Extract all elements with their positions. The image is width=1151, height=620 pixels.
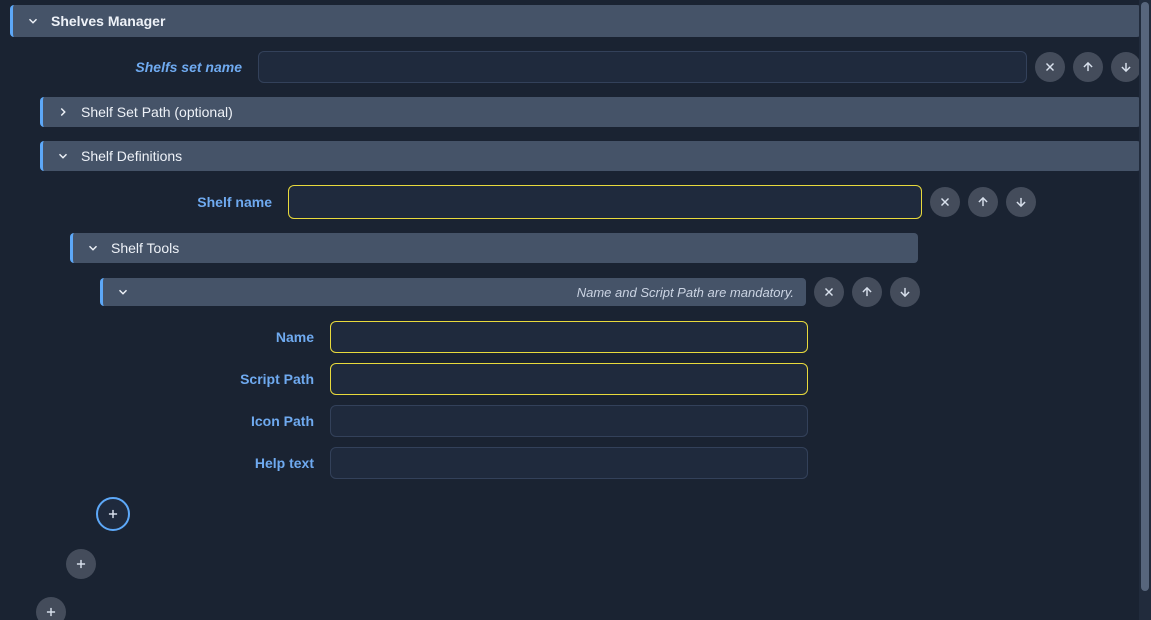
tool-iconpath-label: Icon Path (100, 413, 322, 429)
tool-name-input[interactable] (330, 321, 808, 353)
shelfs-set-name-row: Shelfs set name (10, 51, 1141, 83)
add-tool-button[interactable] (96, 497, 130, 531)
tool-name-label: Name (100, 329, 322, 345)
shelf-name-input[interactable] (288, 185, 922, 219)
header-title: Shelves Manager (51, 13, 165, 29)
chevron-right-icon[interactable] (55, 104, 71, 120)
move-up-button[interactable] (1073, 52, 1103, 82)
shelf-move-down-button[interactable] (1006, 187, 1036, 217)
shelf-set-path-header[interactable]: Shelf Set Path (optional) (40, 97, 1141, 127)
tool-clear-button[interactable] (814, 277, 844, 307)
shelves-manager-header[interactable]: Shelves Manager (10, 5, 1141, 37)
shelf-clear-button[interactable] (930, 187, 960, 217)
tool-iconpath-input[interactable] (330, 405, 808, 437)
tool-helptext-label: Help text (100, 455, 322, 471)
add-set-button[interactable] (36, 597, 66, 620)
add-shelf-button[interactable] (66, 549, 96, 579)
tool-item-header[interactable]: Name and Script Path are mandatory. (100, 278, 806, 306)
shelf-set-path-title: Shelf Set Path (optional) (81, 104, 233, 120)
shelf-definitions-header[interactable]: Shelf Definitions (40, 141, 1141, 171)
shelf-tools-title: Shelf Tools (111, 240, 179, 256)
chevron-down-icon[interactable] (85, 240, 101, 256)
tool-scriptpath-label: Script Path (100, 371, 322, 387)
chevron-down-icon[interactable] (115, 284, 131, 300)
scrollbar-thumb[interactable] (1141, 2, 1149, 591)
tool-scriptpath-input[interactable] (330, 363, 808, 395)
shelfs-set-name-input[interactable] (258, 51, 1027, 83)
move-down-button[interactable] (1111, 52, 1141, 82)
shelf-move-up-button[interactable] (968, 187, 998, 217)
chevron-down-icon[interactable] (25, 13, 41, 29)
shelf-name-label: Shelf name (40, 194, 280, 210)
clear-button[interactable] (1035, 52, 1065, 82)
shelfs-set-name-label: Shelfs set name (10, 59, 250, 75)
tool-move-down-button[interactable] (890, 277, 920, 307)
shelf-tools-header[interactable]: Shelf Tools (70, 233, 918, 263)
tool-move-up-button[interactable] (852, 277, 882, 307)
shelf-definitions-title: Shelf Definitions (81, 148, 182, 164)
tool-item-message: Name and Script Path are mandatory. (577, 285, 794, 300)
chevron-down-icon[interactable] (55, 148, 71, 164)
tool-helptext-input[interactable] (330, 447, 808, 479)
